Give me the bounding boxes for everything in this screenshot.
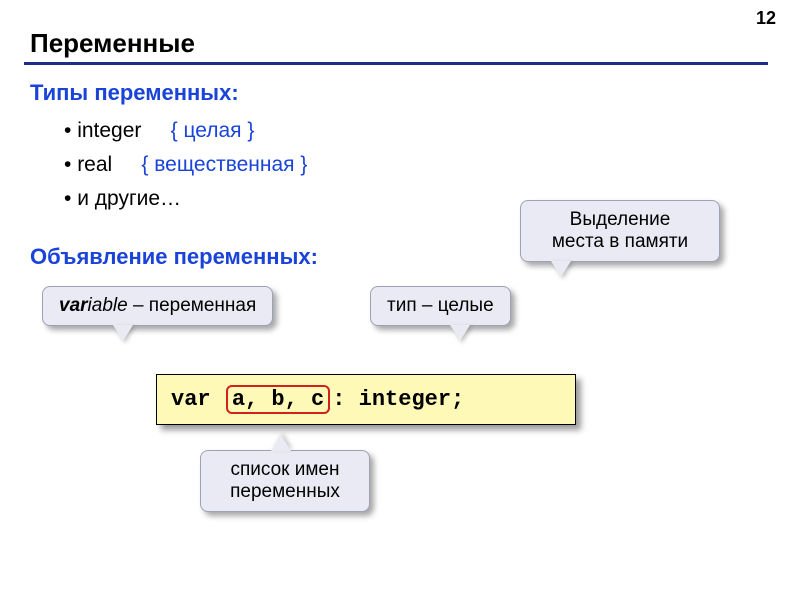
type-name: integer [77,119,141,142]
section-types-heading: Типы переменных: [30,80,239,106]
type-comment: { вещественная } [141,153,307,176]
callout-line: список имен [217,459,353,481]
callout-line: Выделение [537,209,703,231]
list-item: • real { вещественная } [64,148,307,182]
code-tail: : integer; [332,387,464,412]
section-declaration-heading: Объявление переменных: [30,244,318,270]
code-declaration: var a, b, c: integer; [156,374,576,425]
slide-title: Переменные [30,28,195,59]
callout-memory: Выделение места в памяти [520,200,720,262]
callout-variable: variable – переменная [42,286,273,326]
callout-line: переменных [217,481,353,503]
type-etc: и другие… [77,187,181,210]
type-name: real [77,153,112,176]
type-comment: { целая } [171,119,255,142]
list-item: • и другие… [64,182,307,216]
type-bullet-list: • integer { целая } • real { вещественна… [64,114,307,216]
code-names-box: a, b, c [226,385,330,414]
page-number: 12 [756,8,776,29]
callout-line: места в памяти [537,231,703,253]
callout-names: список имен переменных [200,450,370,512]
variable-dash: – переменная [128,295,257,316]
title-rule [24,62,768,65]
variable-prefix-rest: iable [88,295,128,316]
list-item: • integer { целая } [64,114,307,148]
variable-prefix-bold: var [59,295,88,316]
callout-type-int: тип – целые [370,286,511,326]
code-keyword: var [171,387,224,412]
